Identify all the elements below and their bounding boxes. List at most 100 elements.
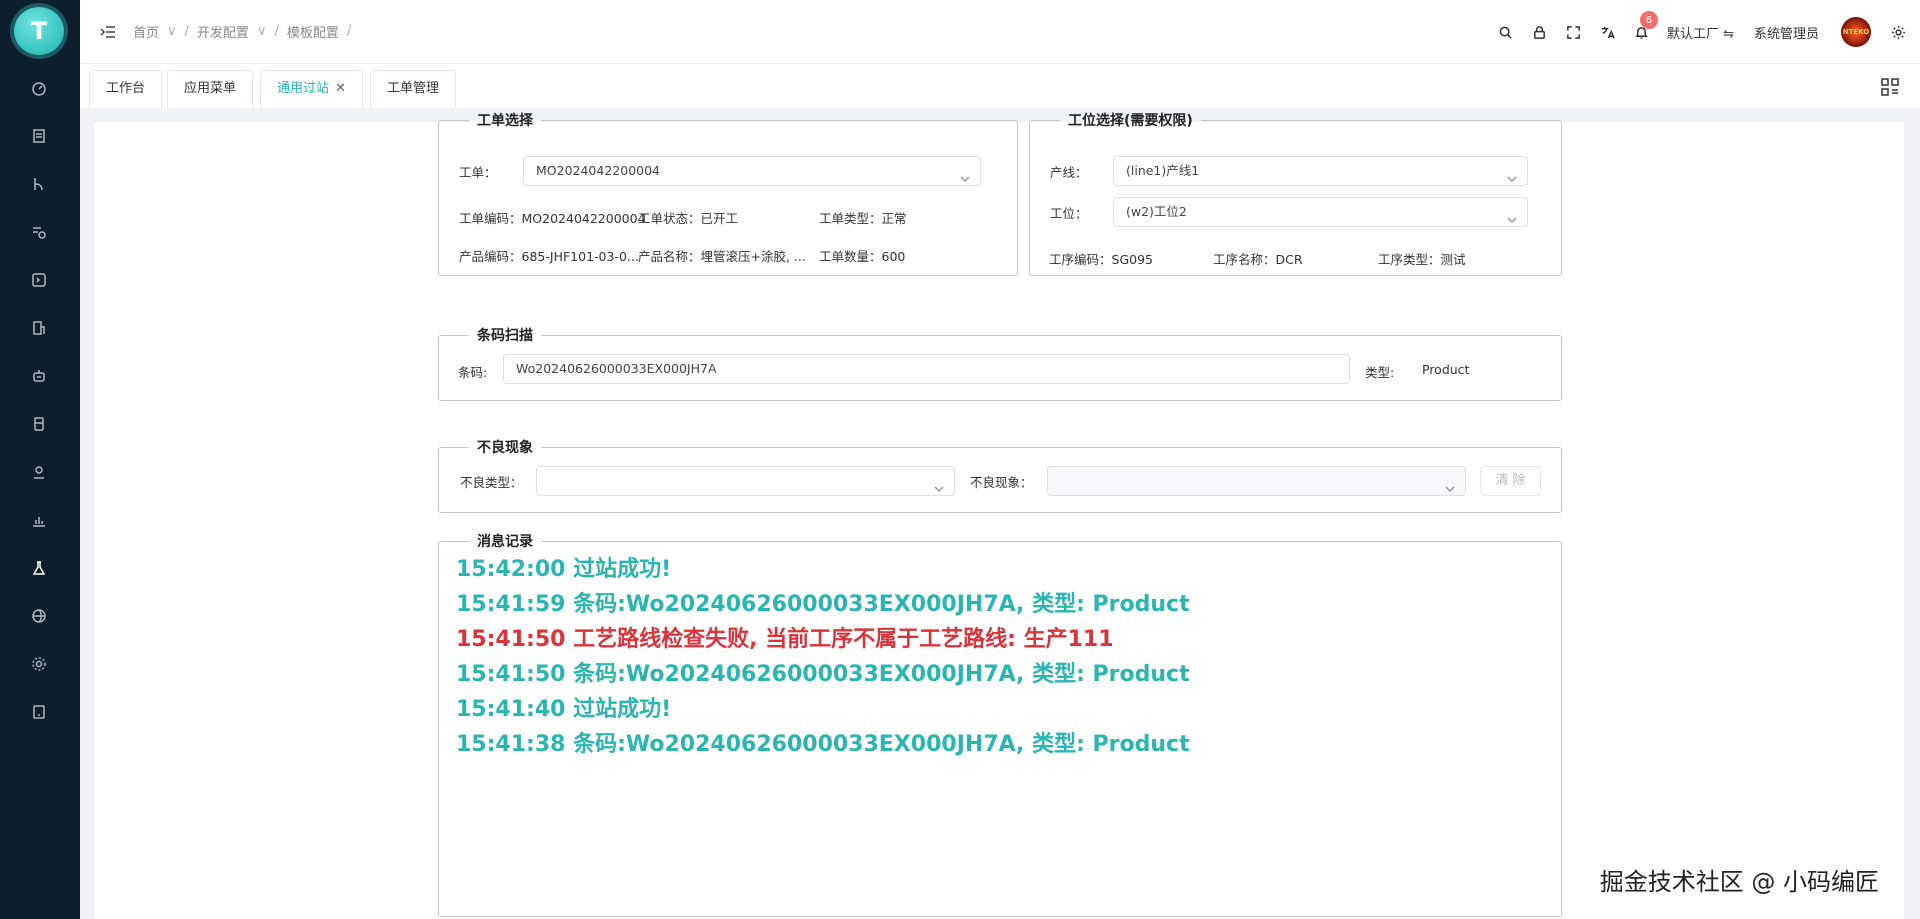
dashboard-icon[interactable] [30, 80, 48, 98]
main-content: 工单选择 工单： MO2024042200004 工单编码：MO20240422… [94, 110, 1904, 919]
settings-icon[interactable] [1890, 24, 1906, 40]
factory-switch[interactable]: 默认工厂 ⇋ [1667, 23, 1734, 42]
station-select[interactable]: (w2)工位2 [1113, 197, 1528, 227]
branch-icon[interactable] [30, 175, 48, 193]
defect-legend: 不良现象 [477, 440, 533, 456]
workflow-settings-icon[interactable] [30, 223, 48, 241]
chevron-down-icon [934, 476, 944, 493]
tab-label: 工作台 [106, 81, 146, 96]
bar-chart-icon[interactable] [30, 511, 48, 529]
defect-phenomenon-label: 不良现象： [970, 475, 1033, 490]
top-header: 首页 ∨ / 开发配置 ∨ / 模板配置 / 6 默认工厂 ⇋ 系统管理员 NTEK… [80, 0, 1920, 64]
breadcrumb-home[interactable]: 首页 [133, 22, 159, 41]
file-icon[interactable] [30, 415, 48, 433]
logo-letter: T [30, 17, 48, 45]
tab-workbench[interactable]: 工作台 [89, 70, 163, 108]
work-order-select[interactable]: MO2024042200004 [523, 156, 981, 186]
process-type-label: 工序类型： [1378, 252, 1441, 267]
barcode-type-value: Product [1422, 362, 1470, 377]
notification-badge: 6 [1639, 11, 1658, 29]
globe-icon[interactable] [30, 607, 48, 625]
chevron-down-icon [1507, 207, 1517, 224]
building-icon[interactable] [30, 319, 48, 337]
work-order-qty: 工单数量：600 [819, 246, 905, 265]
defect-phenomenon-select[interactable] [1047, 466, 1466, 496]
work-order-select-label: 工单： [459, 165, 497, 180]
search-icon[interactable] [1498, 24, 1514, 40]
tab-label: 应用菜单 [184, 81, 237, 96]
product-name-value: 埋管滚压+涂胶, ... [700, 249, 806, 264]
line-select-value: (line1)产线1 [1126, 163, 1200, 178]
process-code-value: SG095 [1111, 252, 1153, 267]
line-select[interactable]: (line1)产线1 [1113, 156, 1528, 186]
breadcrumb-template-config[interactable]: 模板配置 [287, 22, 339, 41]
tablet-icon[interactable] [30, 703, 48, 721]
user-name[interactable]: 系统管理员 [1754, 23, 1819, 42]
menu-fold-icon[interactable] [100, 24, 116, 40]
product-code-value: 685-JHF101-03-0... [521, 249, 639, 264]
defect-type-label: 不良类型： [460, 475, 523, 490]
work-order-status-value: 已开工 [700, 211, 739, 226]
work-order-code-label: 工单编码： [459, 211, 522, 226]
notification-bell-icon[interactable]: 6 [1634, 11, 1658, 40]
process-type-value: 测试 [1440, 252, 1466, 267]
product-name-label: 产品名称： [638, 249, 701, 264]
defect-type-select[interactable] [536, 466, 955, 496]
product-name: 产品名称：埋管滚压+涂胶, ... [638, 246, 806, 265]
station-select-value: (w2)工位2 [1126, 204, 1187, 219]
avatar[interactable]: NTEKO [1841, 17, 1871, 47]
station-legend: 工位选择(需要权限) [1068, 113, 1193, 129]
flask-icon[interactable] [30, 559, 48, 577]
header-actions: 6 默认工厂 ⇋ 系统管理员 NTEKO [1489, 0, 1920, 64]
chevron-down-icon [1445, 476, 1455, 493]
message-item: 15:42:00 过站成功! [456, 557, 672, 582]
lock-icon[interactable] [1532, 24, 1548, 40]
message-item: 15:41:40 过站成功! [456, 697, 672, 722]
robot-icon[interactable] [30, 367, 48, 385]
tabs-bar: 工作台 应用菜单 通用过站 ✕ 工单管理 [80, 64, 1920, 108]
line-select-label: 产线： [1050, 165, 1088, 180]
work-order-type-value: 正常 [881, 211, 907, 226]
user-icon[interactable] [30, 463, 48, 481]
chevron-down-icon: ∨ [167, 24, 177, 39]
watermark: 掘金技术社区 @ 小码编匠 [1599, 868, 1879, 896]
breadcrumb: 首页 ∨ / 开发配置 ∨ / 模板配置 / [133, 22, 351, 41]
process-code: 工序编码：SG095 [1049, 249, 1153, 268]
app-grid-icon[interactable] [1880, 77, 1900, 97]
barcode-legend: 条码扫描 [477, 328, 533, 344]
breadcrumb-dev-config[interactable]: 开发配置 [197, 22, 249, 41]
work-order-status: 工单状态：已开工 [638, 208, 738, 227]
barcode-input[interactable]: Wo20240626000033EX000JH7A [503, 354, 1350, 384]
message-item: 15:41:38 条码:Wo20240626000033EX000JH7A, 类… [456, 732, 1190, 757]
barcode-label: 条码: [458, 365, 488, 380]
tab-app-menu[interactable]: 应用菜单 [167, 70, 254, 108]
avatar-text: NTEKO [1842, 28, 1870, 36]
document-icon[interactable] [30, 127, 48, 145]
breadcrumb-separator: / [184, 24, 189, 39]
tab-general-station[interactable]: 通用过站 ✕ [260, 70, 363, 108]
process-name: 工序名称：DCR [1213, 249, 1303, 268]
tab-work-order-management[interactable]: 工单管理 [370, 70, 457, 108]
work-order-qty-label: 工单数量： [819, 249, 882, 264]
message-list: 15:42:00 过站成功! 15:41:59 条码:Wo202406260000… [438, 531, 1562, 917]
product-code: 产品编码：685-JHF101-03-0... [459, 246, 639, 265]
clear-button[interactable]: 清 除 [1480, 466, 1541, 496]
terminal-icon[interactable] [30, 271, 48, 289]
close-icon[interactable]: ✕ [335, 81, 346, 96]
process-name-value: DCR [1275, 252, 1303, 267]
chevron-down-icon [1507, 166, 1517, 183]
work-order-type: 工单类型：正常 [819, 208, 907, 227]
process-name-label: 工序名称： [1213, 252, 1276, 267]
work-order-select-value: MO2024042200004 [536, 163, 661, 178]
message-item: 15:41:59 条码:Wo20240626000033EX000JH7A, 类… [456, 592, 1190, 617]
tab-label: 通用过站 [277, 81, 330, 96]
barcode-type-label: 类型: [1365, 365, 1395, 380]
translate-icon[interactable] [1600, 24, 1616, 40]
process-type: 工序类型：测试 [1378, 249, 1466, 268]
work-order-qty-value: 600 [881, 249, 906, 264]
work-order-legend: 工单选择 [477, 113, 533, 129]
fullscreen-icon[interactable] [1566, 24, 1582, 40]
gear-icon[interactable] [30, 655, 48, 673]
app-logo[interactable]: T [14, 7, 64, 55]
chevron-down-icon: ∨ [256, 24, 267, 39]
